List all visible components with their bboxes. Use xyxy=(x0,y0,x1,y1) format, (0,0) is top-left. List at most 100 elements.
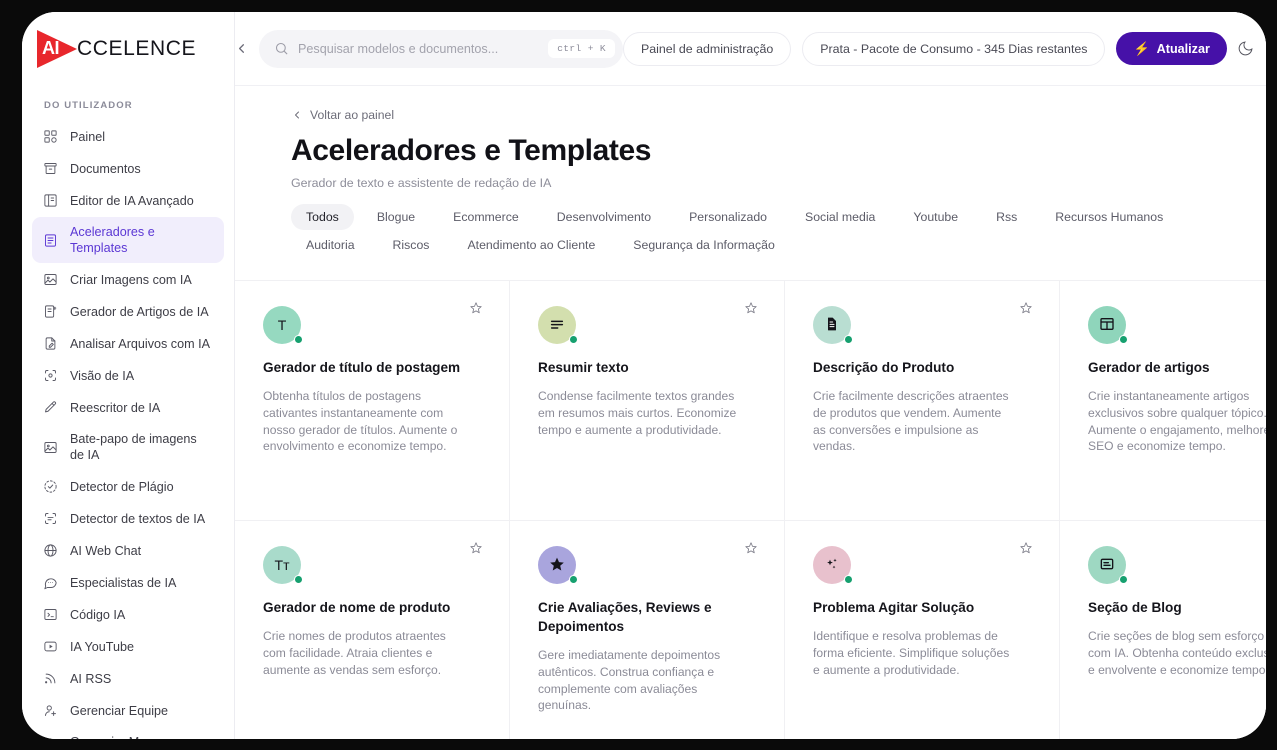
template-avatar: Tт xyxy=(263,546,303,584)
app-logo[interactable]: AI CCELENCE xyxy=(22,12,234,86)
sidebar-item-gerador-de-artigos-de-ia[interactable]: Gerador de Artigos de IA xyxy=(32,296,224,327)
favorite-star-button[interactable] xyxy=(736,293,766,323)
tab-desenvolvimento[interactable]: Desenvolvimento xyxy=(542,204,666,230)
rss-icon xyxy=(42,670,59,687)
sidebar-item-label: Código IA xyxy=(70,607,126,622)
template-description: Gere imediatamente depoimentos autêntico… xyxy=(538,648,721,713)
scan-eye-icon xyxy=(42,367,59,384)
sidebar-item-gerenciar-equipe[interactable]: Gerenciar Equipe xyxy=(32,695,224,726)
text-lines-icon xyxy=(549,316,565,335)
template-title: Crie Avaliações, Reviews e Depoimentos xyxy=(538,600,712,634)
collapse-sidebar-button[interactable] xyxy=(235,34,253,64)
bolt-icon: ⚡ xyxy=(1133,41,1150,56)
template-card[interactable]: Descrição do Produto Crie facilmente desc… xyxy=(785,281,1060,521)
tab-todos[interactable]: Todos xyxy=(291,204,354,230)
back-to-dashboard-link[interactable]: Voltar ao painel xyxy=(291,108,394,122)
search-box[interactable]: ctrl + K xyxy=(259,29,623,68)
tab-seguran-a-da-informa-o[interactable]: Segurança da Informação xyxy=(618,232,790,258)
tab-riscos[interactable]: Riscos xyxy=(378,232,445,258)
sidebar-item-label: Painel xyxy=(70,129,106,144)
article-icon xyxy=(42,303,59,320)
sidebar-item-ai-rss[interactable]: AI RSS xyxy=(32,663,224,694)
admin-panel-button[interactable]: Painel de administração xyxy=(623,31,792,66)
template-avatar xyxy=(813,546,853,584)
template-title: Gerador de título de postagem xyxy=(263,360,461,375)
favorite-star-button[interactable] xyxy=(461,293,491,323)
sidebar-item-ai-web-chat[interactable]: AI Web Chat xyxy=(32,535,224,566)
sidebar-item-detector-de-pl-gio[interactable]: Detector de Plágio xyxy=(32,471,224,502)
sidebar-item-detector-de-textos-de-ia[interactable]: Detector de textos de IA xyxy=(32,503,224,534)
app-screen: AI CCELENCE DO UTILIZADOR Painel Document… xyxy=(22,12,1266,739)
favorite-star-button[interactable] xyxy=(1011,293,1041,323)
page-subtitle: Gerador de texto e assistente de redação… xyxy=(291,176,552,190)
sidebar-item-bate-papo-de-imagens-de-ia[interactable]: Bate-papo de imagens de IA xyxy=(32,424,224,470)
tab-ecommerce[interactable]: Ecommerce xyxy=(438,204,534,230)
sidebar-item-gerenciar-marca-e-servi-os[interactable]: Gerenciar Marca e Serviços xyxy=(32,727,224,739)
template-description: Obtenha títulos de postagens cativantes … xyxy=(263,389,458,454)
sidebar-item-label: Bate-papo de imagens de IA xyxy=(70,432,197,462)
sidebar-item-editor-de-ia-avan-ado[interactable]: Editor de IA Avançado xyxy=(32,185,224,216)
plan-status-badge[interactable]: Prata - Pacote de Consumo - 345 Dias res… xyxy=(802,31,1106,66)
favorite-star-button[interactable] xyxy=(736,533,766,563)
check-circle-icon xyxy=(42,478,59,495)
template-card[interactable]: Crie Avaliações, Reviews e Depoimentos Ge… xyxy=(510,521,785,739)
sidebar-item-c-digo-ia[interactable]: Código IA xyxy=(32,599,224,630)
user-plus-icon xyxy=(42,702,59,719)
tab-recursos-humanos[interactable]: Recursos Humanos xyxy=(1040,204,1178,230)
sidebar-nav: Painel Documentos Editor de IA Avançado Ace… xyxy=(22,121,234,739)
favorite-star-button[interactable] xyxy=(461,533,491,563)
sidebar-item-label: Detector de textos de IA xyxy=(70,511,206,526)
book-icon xyxy=(42,192,59,209)
template-card[interactable]: Seção de Blog Crie seções de blog sem esf… xyxy=(1060,521,1266,739)
sidebar-item-painel[interactable]: Painel xyxy=(32,121,224,152)
play-box-icon xyxy=(42,638,59,655)
template-description: Identifique e resolva problemas de forma… xyxy=(813,629,1010,677)
template-card[interactable]: Tт Gerador de nome de produto Crie nomes d… xyxy=(235,521,510,739)
tab-rss[interactable]: Rss xyxy=(981,204,1032,230)
template-card[interactable]: Problema Agitar Solução Identifique e res… xyxy=(785,521,1060,739)
tab-youtube[interactable]: Youtube xyxy=(898,204,973,230)
template-description: Condense facilmente textos grandes em re… xyxy=(538,389,737,437)
search-icon xyxy=(274,41,289,56)
sidebar-item-especialistas-de-ia[interactable]: Especialistas de IA xyxy=(32,567,224,598)
tab-blogue[interactable]: Blogue xyxy=(362,204,430,230)
template-avatar xyxy=(538,546,578,584)
sidebar-item-criar-imagens-com-ia[interactable]: Criar Imagens com IA xyxy=(32,264,224,295)
status-dot xyxy=(569,335,578,344)
device-bezel: AI CCELENCE DO UTILIZADOR Painel Document… xyxy=(0,0,1277,750)
top-bar: ctrl + K Painel de administração Prata -… xyxy=(235,12,1266,86)
sidebar-item-analisar-arquivos-com-ia[interactable]: Analisar Arquivos com IA xyxy=(32,328,224,359)
sidebar-item-label: IA YouTube xyxy=(70,639,134,654)
sparkles-icon xyxy=(824,556,840,575)
sidebar-item-reescritor-de-ia[interactable]: Reescritor de IA xyxy=(32,392,224,423)
tab-personalizado[interactable]: Personalizado xyxy=(674,204,782,230)
star-filled-icon xyxy=(549,556,565,575)
template-icon xyxy=(42,232,59,249)
sidebar-item-documentos[interactable]: Documentos xyxy=(32,153,224,184)
template-description: Crie facilmente descrições atraentes de … xyxy=(813,389,1009,454)
image-chat-icon xyxy=(42,439,59,456)
sidebar-item-vis-o-de-ia[interactable]: Visão de IA xyxy=(32,360,224,391)
template-card[interactable]: Resumir texto Condense facilmente textos … xyxy=(510,281,785,521)
tab-social-media[interactable]: Social media xyxy=(790,204,890,230)
grid-icon xyxy=(42,128,59,145)
document-icon xyxy=(824,316,840,335)
favorite-star-button[interactable] xyxy=(1011,533,1041,563)
tab-auditoria[interactable]: Auditoria xyxy=(291,232,370,258)
template-title: Problema Agitar Solução xyxy=(813,600,975,615)
status-dot xyxy=(844,575,853,584)
sidebar-item-label: Detector de Plágio xyxy=(70,479,174,494)
file-pen-icon xyxy=(42,335,59,352)
search-input[interactable] xyxy=(298,41,549,56)
template-title: Seção de Blog xyxy=(1088,600,1182,615)
logo-badge-text: AI xyxy=(42,38,60,58)
sidebar-item-ia-youtube[interactable]: IA YouTube xyxy=(32,631,224,662)
sidebar-item-label: Gerenciar Equipe xyxy=(70,703,169,718)
sidebar-item-aceleradores-e-templates[interactable]: Aceleradores e Templates xyxy=(32,217,224,263)
template-card[interactable]: Gerador de artigos Crie instantaneamente … xyxy=(1060,281,1266,521)
chat-bubble-icon xyxy=(42,574,59,591)
tab-atendimento-ao-cliente[interactable]: Atendimento ao Cliente xyxy=(452,232,610,258)
template-card[interactable]: T Gerador de título de postagem Obtenha tí… xyxy=(235,281,510,521)
upgrade-button[interactable]: ⚡ Atualizar xyxy=(1116,32,1227,65)
dark-mode-toggle[interactable] xyxy=(1237,34,1254,64)
